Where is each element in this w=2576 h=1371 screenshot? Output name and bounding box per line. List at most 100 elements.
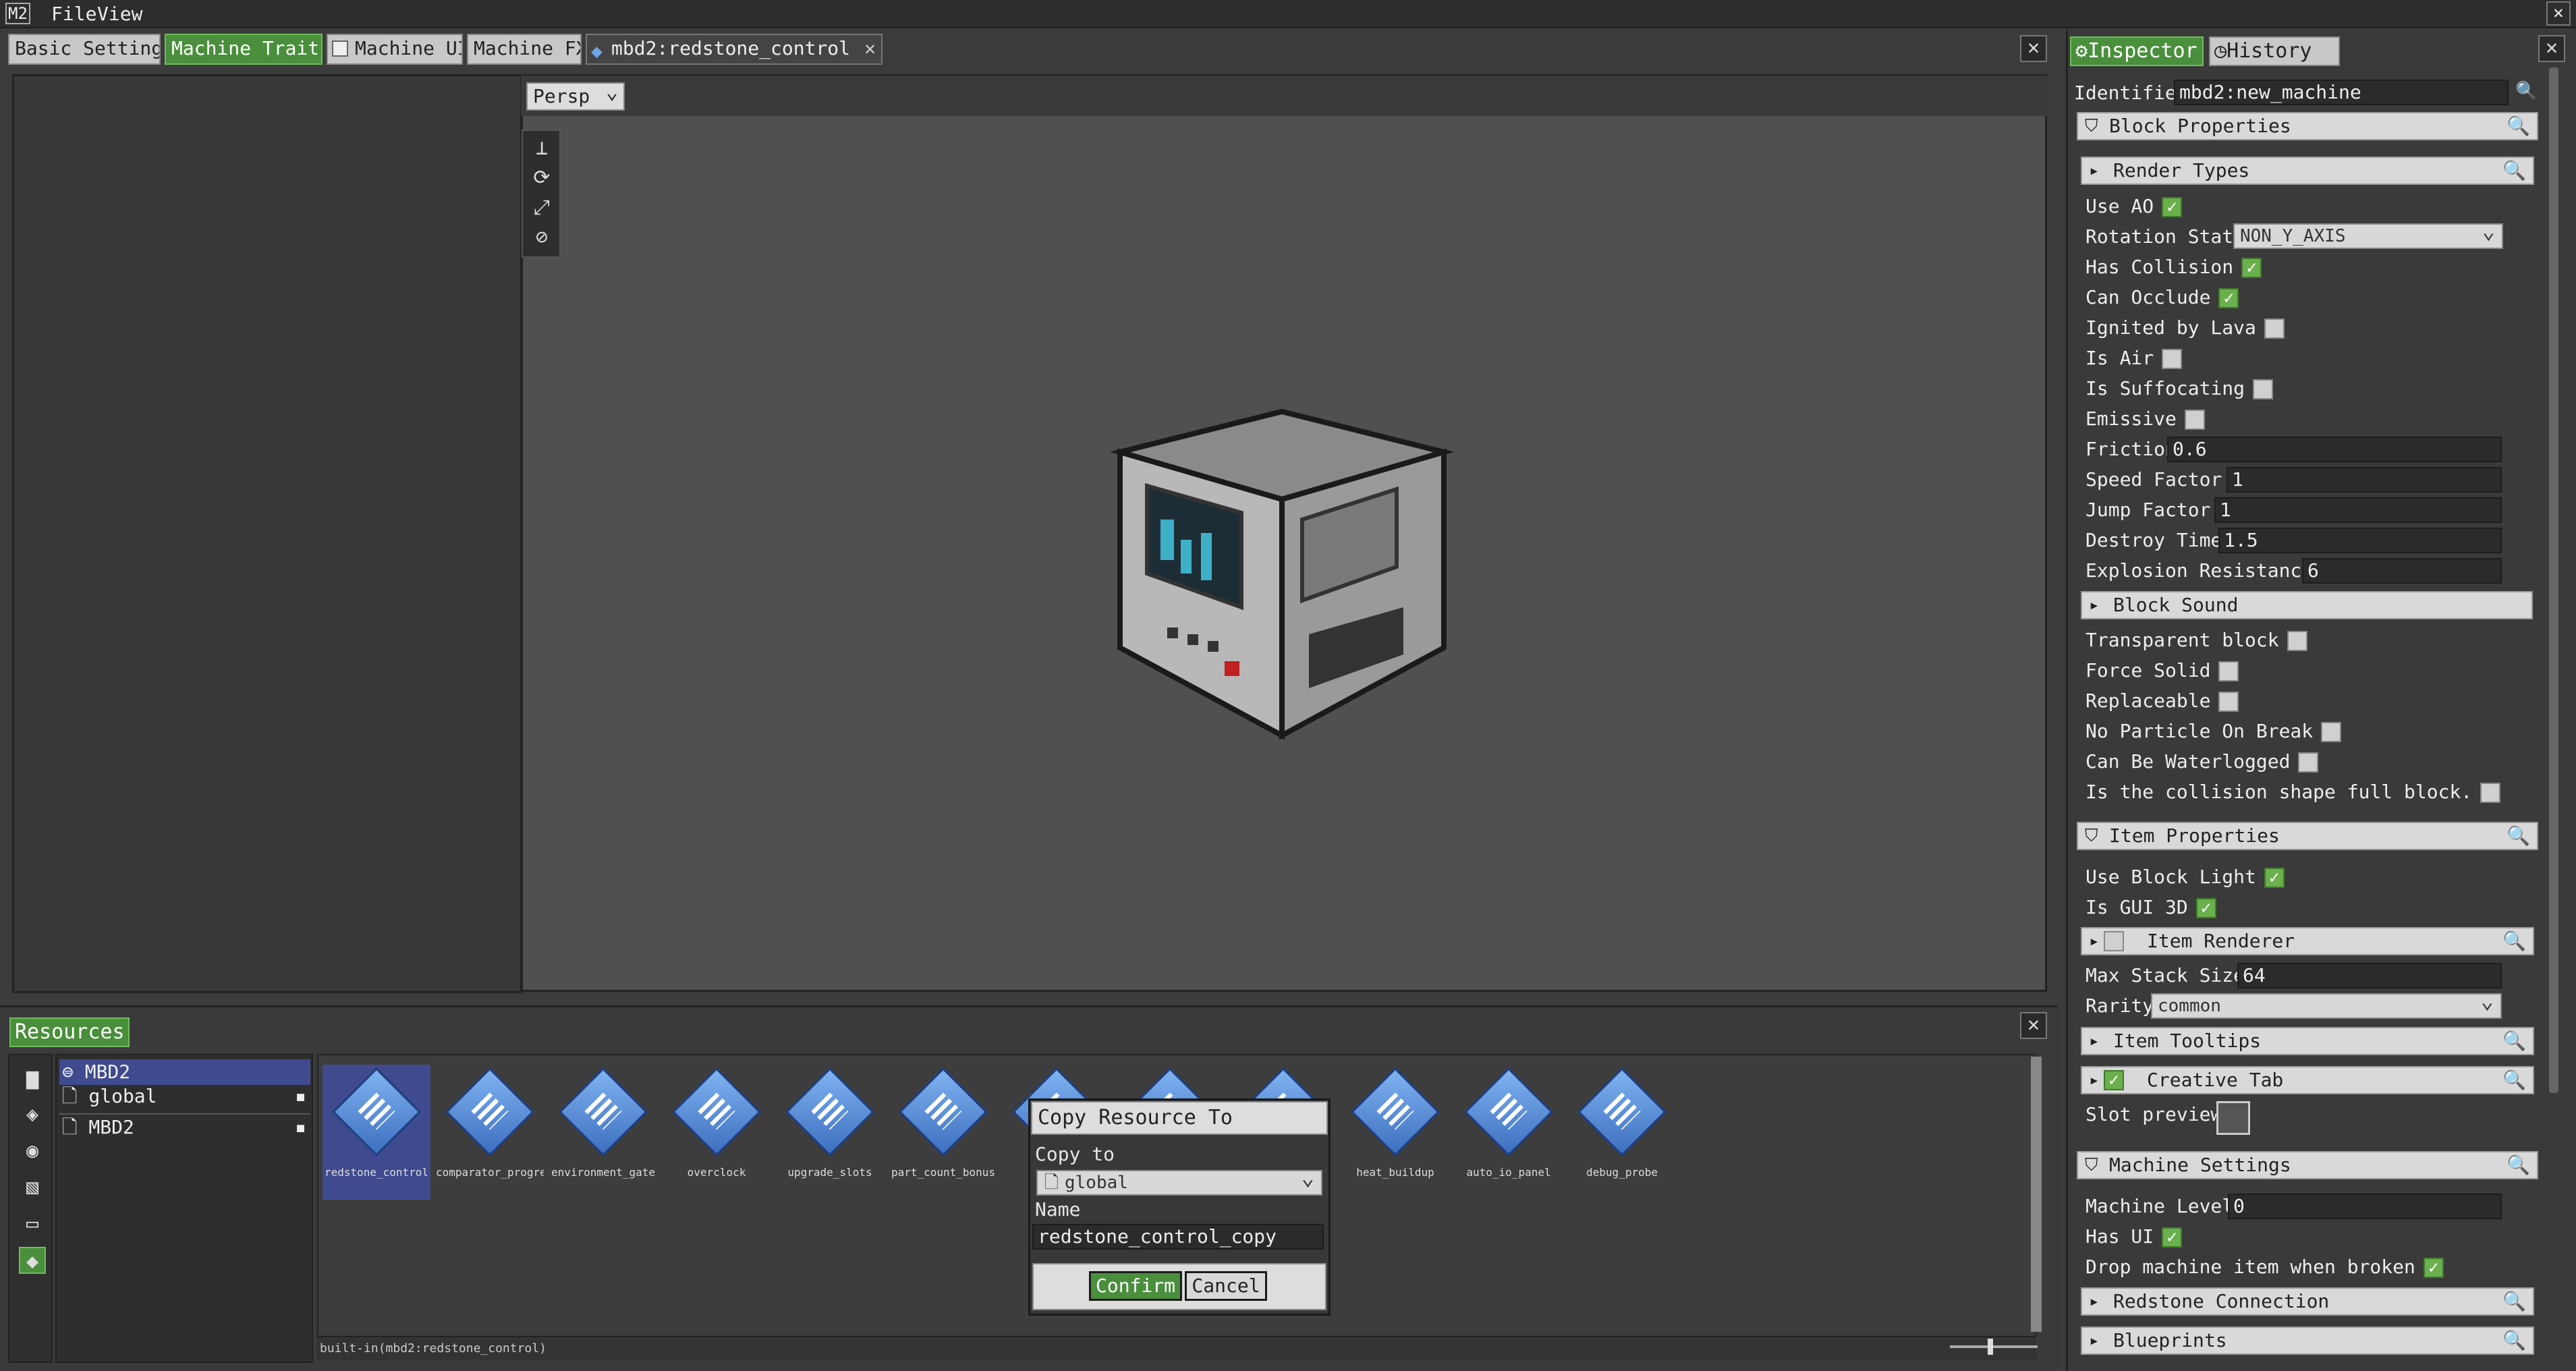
identifier-input[interactable]: mbd2:new_machine (2174, 80, 2509, 105)
resource-item-label: debug_probe (1586, 1166, 1658, 1179)
item-renderer-checkbox[interactable] (2104, 931, 2124, 951)
menu-file[interactable]: File (51, 3, 96, 25)
resource-item[interactable]: comparator_progre (436, 1065, 544, 1200)
resource-item[interactable]: environment_gate (549, 1065, 657, 1200)
creative-tab-checkbox[interactable]: ✓ (2104, 1070, 2124, 1090)
reset-icon[interactable]: ⊘ (530, 225, 554, 250)
tab-redstone-control[interactable]: ◆ mbd2:redstone_control ✕ (586, 34, 883, 65)
section-item-properties[interactable]: ⛉ Item Properties 🔍 (2077, 822, 2538, 850)
section-block-sound[interactable]: ▸ Block Sound (2081, 591, 2533, 619)
is-suffocating-checkbox[interactable] (2253, 379, 2274, 399)
jump-factor-input[interactable]: 1 (2214, 497, 2502, 523)
has-ui-checkbox[interactable]: ✓ (2162, 1227, 2183, 1248)
menu-view[interactable]: View (97, 3, 142, 25)
scale-icon[interactable]: ⤢ (530, 196, 554, 220)
search-icon[interactable]: 🔍 (2507, 113, 2530, 139)
window-icon[interactable]: ▭ (19, 1210, 46, 1237)
use-block-light-checkbox[interactable]: ✓ (2264, 868, 2285, 888)
image-icon[interactable]: ▧ (19, 1174, 46, 1201)
expand-icon: ▸ (2089, 161, 2100, 181)
has-collision-checkbox[interactable]: ✓ (2241, 258, 2262, 278)
max-stack-size-input[interactable]: 64 (2237, 963, 2502, 988)
cube-icon[interactable]: ◈ (19, 1101, 46, 1128)
tab-history[interactable]: ◷History (2209, 36, 2340, 66)
search-icon[interactable]: 🔍 (2502, 1028, 2526, 1054)
search-icon[interactable]: 🔍 (2507, 1152, 2530, 1178)
section-item-tooltips[interactable]: ▸ Item Tooltips 🔍 (2081, 1027, 2534, 1055)
slot-preview-row: Slot preview (2085, 1101, 2250, 1135)
tree-item-mbd2-root[interactable]: ⊜ MBD2 (59, 1059, 310, 1085)
search-icon[interactable]: 🔍 (2502, 1328, 2526, 1353)
confirm-button[interactable]: Confirm (1089, 1271, 1182, 1301)
emissive-checkbox[interactable] (2184, 410, 2205, 430)
ignited-by-lava-checkbox[interactable] (2264, 318, 2285, 339)
force-solid-checkbox[interactable] (2218, 661, 2239, 681)
translate-icon[interactable]: ⊥ (530, 136, 554, 161)
zoom-slider[interactable] (1950, 1345, 2038, 1348)
no-particle-checkbox[interactable] (2321, 722, 2342, 742)
tree-item-global[interactable]: 🗋 global ▪ (59, 1084, 310, 1109)
is-air-checkbox[interactable] (2162, 349, 2183, 369)
rotation-state-select[interactable]: NON_Y_AXIS (2233, 219, 2503, 249)
destroy-time-input[interactable]: 1.5 (2218, 528, 2502, 553)
tab-machine-fx[interactable]: Machine FX (467, 34, 582, 65)
replaceable-checkbox[interactable] (2218, 692, 2239, 712)
editor-panel-close-icon[interactable]: ✕ (2020, 35, 2047, 62)
drop-item-checkbox[interactable]: ✓ (2423, 1258, 2444, 1278)
section-creative-tab[interactable]: ▸ ✓ Creative Tab 🔍 (2081, 1066, 2534, 1094)
machine-level-input[interactable]: 0 (2228, 1194, 2502, 1219)
resource-item[interactable]: heat_buildup (1341, 1065, 1449, 1200)
zoom-slider-handle[interactable] (1988, 1339, 1993, 1355)
rarity-select[interactable]: common (2151, 989, 2502, 1019)
color-wheel-icon[interactable]: ◉ (19, 1138, 46, 1165)
explosion-resistance-input[interactable]: 6 (2302, 558, 2502, 584)
full-block-checkbox[interactable] (2480, 783, 2501, 803)
window-close-icon[interactable]: ✕ (2546, 1, 2571, 26)
search-icon[interactable]: 🔍 (2502, 1289, 2526, 1314)
recipe-icon[interactable]: ◆ (19, 1247, 46, 1274)
search-icon[interactable]: 🔍 (2502, 928, 2526, 954)
inspector-scrollbar[interactable] (2549, 67, 2558, 1093)
resource-grid-scrollbar[interactable] (2031, 1057, 2042, 1332)
transparent-block-checkbox[interactable] (2287, 631, 2307, 651)
cancel-button[interactable]: Cancel (1185, 1271, 1267, 1301)
inspector-close-icon[interactable]: ✕ (2538, 35, 2565, 62)
section-render-types[interactable]: ▸ Render Types 🔍 (2081, 157, 2534, 185)
can-occlude-checkbox[interactable]: ✓ (2218, 288, 2239, 308)
search-icon[interactable]: 🔍 (2507, 823, 2530, 849)
speed-factor-input[interactable]: 1 (2227, 467, 2502, 493)
section-blueprints[interactable]: ▸ Blueprints 🔍 (2081, 1326, 2534, 1355)
tab-machine-ui[interactable]: Machine UI (327, 34, 463, 65)
friction-input[interactable]: 0.6 (2167, 437, 2502, 462)
resource-item[interactable]: auto_io_panel (1455, 1065, 1563, 1200)
section-redstone-connection[interactable]: ▸ Redstone Connection 🔍 (2081, 1287, 2534, 1316)
tab-close-icon[interactable]: ✕ (864, 35, 876, 62)
tab-machine-traits[interactable]: Machine Traits (165, 34, 323, 65)
block-button-2 (1187, 634, 1198, 645)
search-icon[interactable]: 🔍 (2502, 1067, 2526, 1093)
name-input[interactable]: redstone_control_copy (1032, 1224, 1324, 1250)
rotate-icon[interactable]: ⟳ (530, 166, 554, 190)
camera-mode-select[interactable]: Persp ⌄ (526, 80, 625, 111)
tab-inspector[interactable]: ⚙Inspector (2070, 36, 2204, 66)
resource-item[interactable]: debug_probe (1568, 1065, 1676, 1200)
resources-close-icon[interactable]: ✕ (2020, 1012, 2047, 1039)
folder-icon[interactable]: ▆ (19, 1065, 46, 1092)
use-ao-checkbox[interactable]: ✓ (2162, 197, 2183, 217)
gui-3d-checkbox[interactable]: ✓ (2195, 898, 2216, 918)
resource-item[interactable]: redstone_control (323, 1065, 430, 1200)
resource-item[interactable]: upgrade_slots (776, 1065, 884, 1200)
section-machine-settings[interactable]: ⛉ Machine Settings 🔍 (2077, 1151, 2538, 1179)
waterlogged-checkbox[interactable] (2298, 752, 2319, 773)
search-icon[interactable]: 🔍 (2502, 158, 2526, 184)
identifier-search-icon[interactable]: 🔍 (2515, 81, 2537, 101)
tab-basic-settings[interactable]: Basic Settings (8, 34, 161, 65)
copy-to-select[interactable]: 🗋 global (1036, 1166, 1322, 1196)
section-block-properties[interactable]: ⛉ Block Properties 🔍 (2077, 112, 2538, 140)
resource-item[interactable]: part_count_bonus (889, 1065, 997, 1200)
resource-item[interactable]: overclock (663, 1065, 771, 1200)
tab-resources[interactable]: Resources (9, 1017, 130, 1047)
tree-item-mbd2[interactable]: 🗋 MBD2 ▪ (59, 1113, 310, 1139)
resource-item-label: overclock (687, 1166, 746, 1179)
section-item-renderer[interactable]: ▸ Item Renderer 🔍 (2081, 927, 2534, 955)
